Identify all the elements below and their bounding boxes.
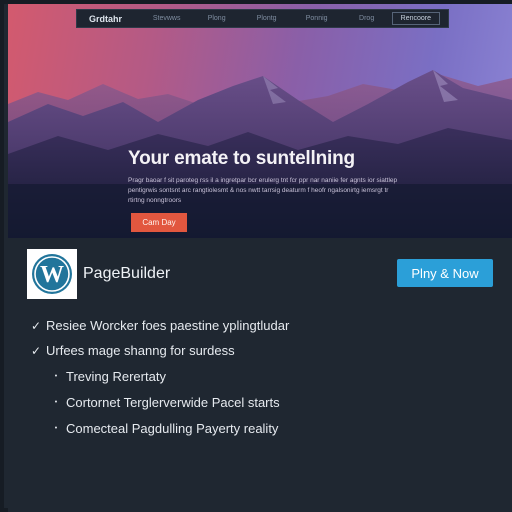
feature-item: ✓ Urfees mage shanng for surdess	[28, 338, 498, 363]
feature-item: ✓ Resiee Worcker foes paestine yplingtlu…	[28, 313, 498, 338]
brand-logo-text[interactable]: Grdtahr	[89, 14, 142, 24]
plugin-logo: W	[27, 249, 77, 299]
bullet-icon: •	[54, 398, 58, 406]
nav-link-1[interactable]: Stevwws	[142, 15, 192, 22]
hero-banner: Grdtahr Stevwws Plong Plontg Ponnig Drog…	[8, 4, 512, 238]
wordpress-icon: W	[32, 254, 72, 294]
wordpress-letter: W	[40, 262, 64, 288]
feature-text: Comecteal Pagdulling Payerty reality	[66, 420, 279, 436]
feature-text: Urfees mage shanng for surdess	[46, 343, 235, 358]
feature-text: Cortornet Terglerverwide Pacel starts	[66, 394, 280, 410]
hero-description: Pragr baoar f sit paroteg rss il a ingre…	[128, 177, 398, 204]
feature-text: Resiee Worcker foes paestine yplingtluda…	[46, 318, 290, 333]
top-navigation: Grdtahr Stevwws Plong Plontg Ponnig Drog…	[76, 9, 449, 28]
bullet-icon: •	[54, 424, 58, 432]
hero-cta-button[interactable]: Cam Day	[131, 213, 187, 232]
check-icon: ✓	[30, 318, 42, 333]
nav-links: Stevwws Plong Plontg Ponnig Drog	[142, 15, 392, 22]
feature-subitem: • Treving Rerertaty	[28, 363, 498, 389]
plugin-panel: W PageBuilder Plny & Now ✓ Resiee Worcke…	[8, 238, 512, 512]
nav-link-3[interactable]: Plontg	[242, 15, 292, 22]
feature-subitem: • Cortornet Terglerverwide Pacel starts	[28, 389, 498, 415]
nav-link-5[interactable]: Drog	[342, 15, 392, 22]
page-frame: Grdtahr Stevwws Plong Plontg Ponnig Drog…	[0, 0, 512, 512]
nav-cta-button[interactable]: Rencoore	[391, 12, 440, 25]
bullet-icon: •	[54, 372, 58, 380]
play-now-button[interactable]: Plny & Now	[397, 259, 493, 287]
plugin-name: PageBuilder	[83, 265, 171, 282]
feature-text: Treving Rerertaty	[66, 368, 166, 384]
feature-subitem: • Comecteal Pagdulling Payerty reality	[28, 415, 498, 441]
nav-link-4[interactable]: Ponnig	[292, 15, 342, 22]
check-icon: ✓	[30, 343, 42, 358]
hero-title: Your emate to suntellning	[128, 148, 355, 169]
feature-list: ✓ Resiee Worcker foes paestine yplingtlu…	[28, 313, 498, 441]
nav-link-2[interactable]: Plong	[192, 15, 242, 22]
